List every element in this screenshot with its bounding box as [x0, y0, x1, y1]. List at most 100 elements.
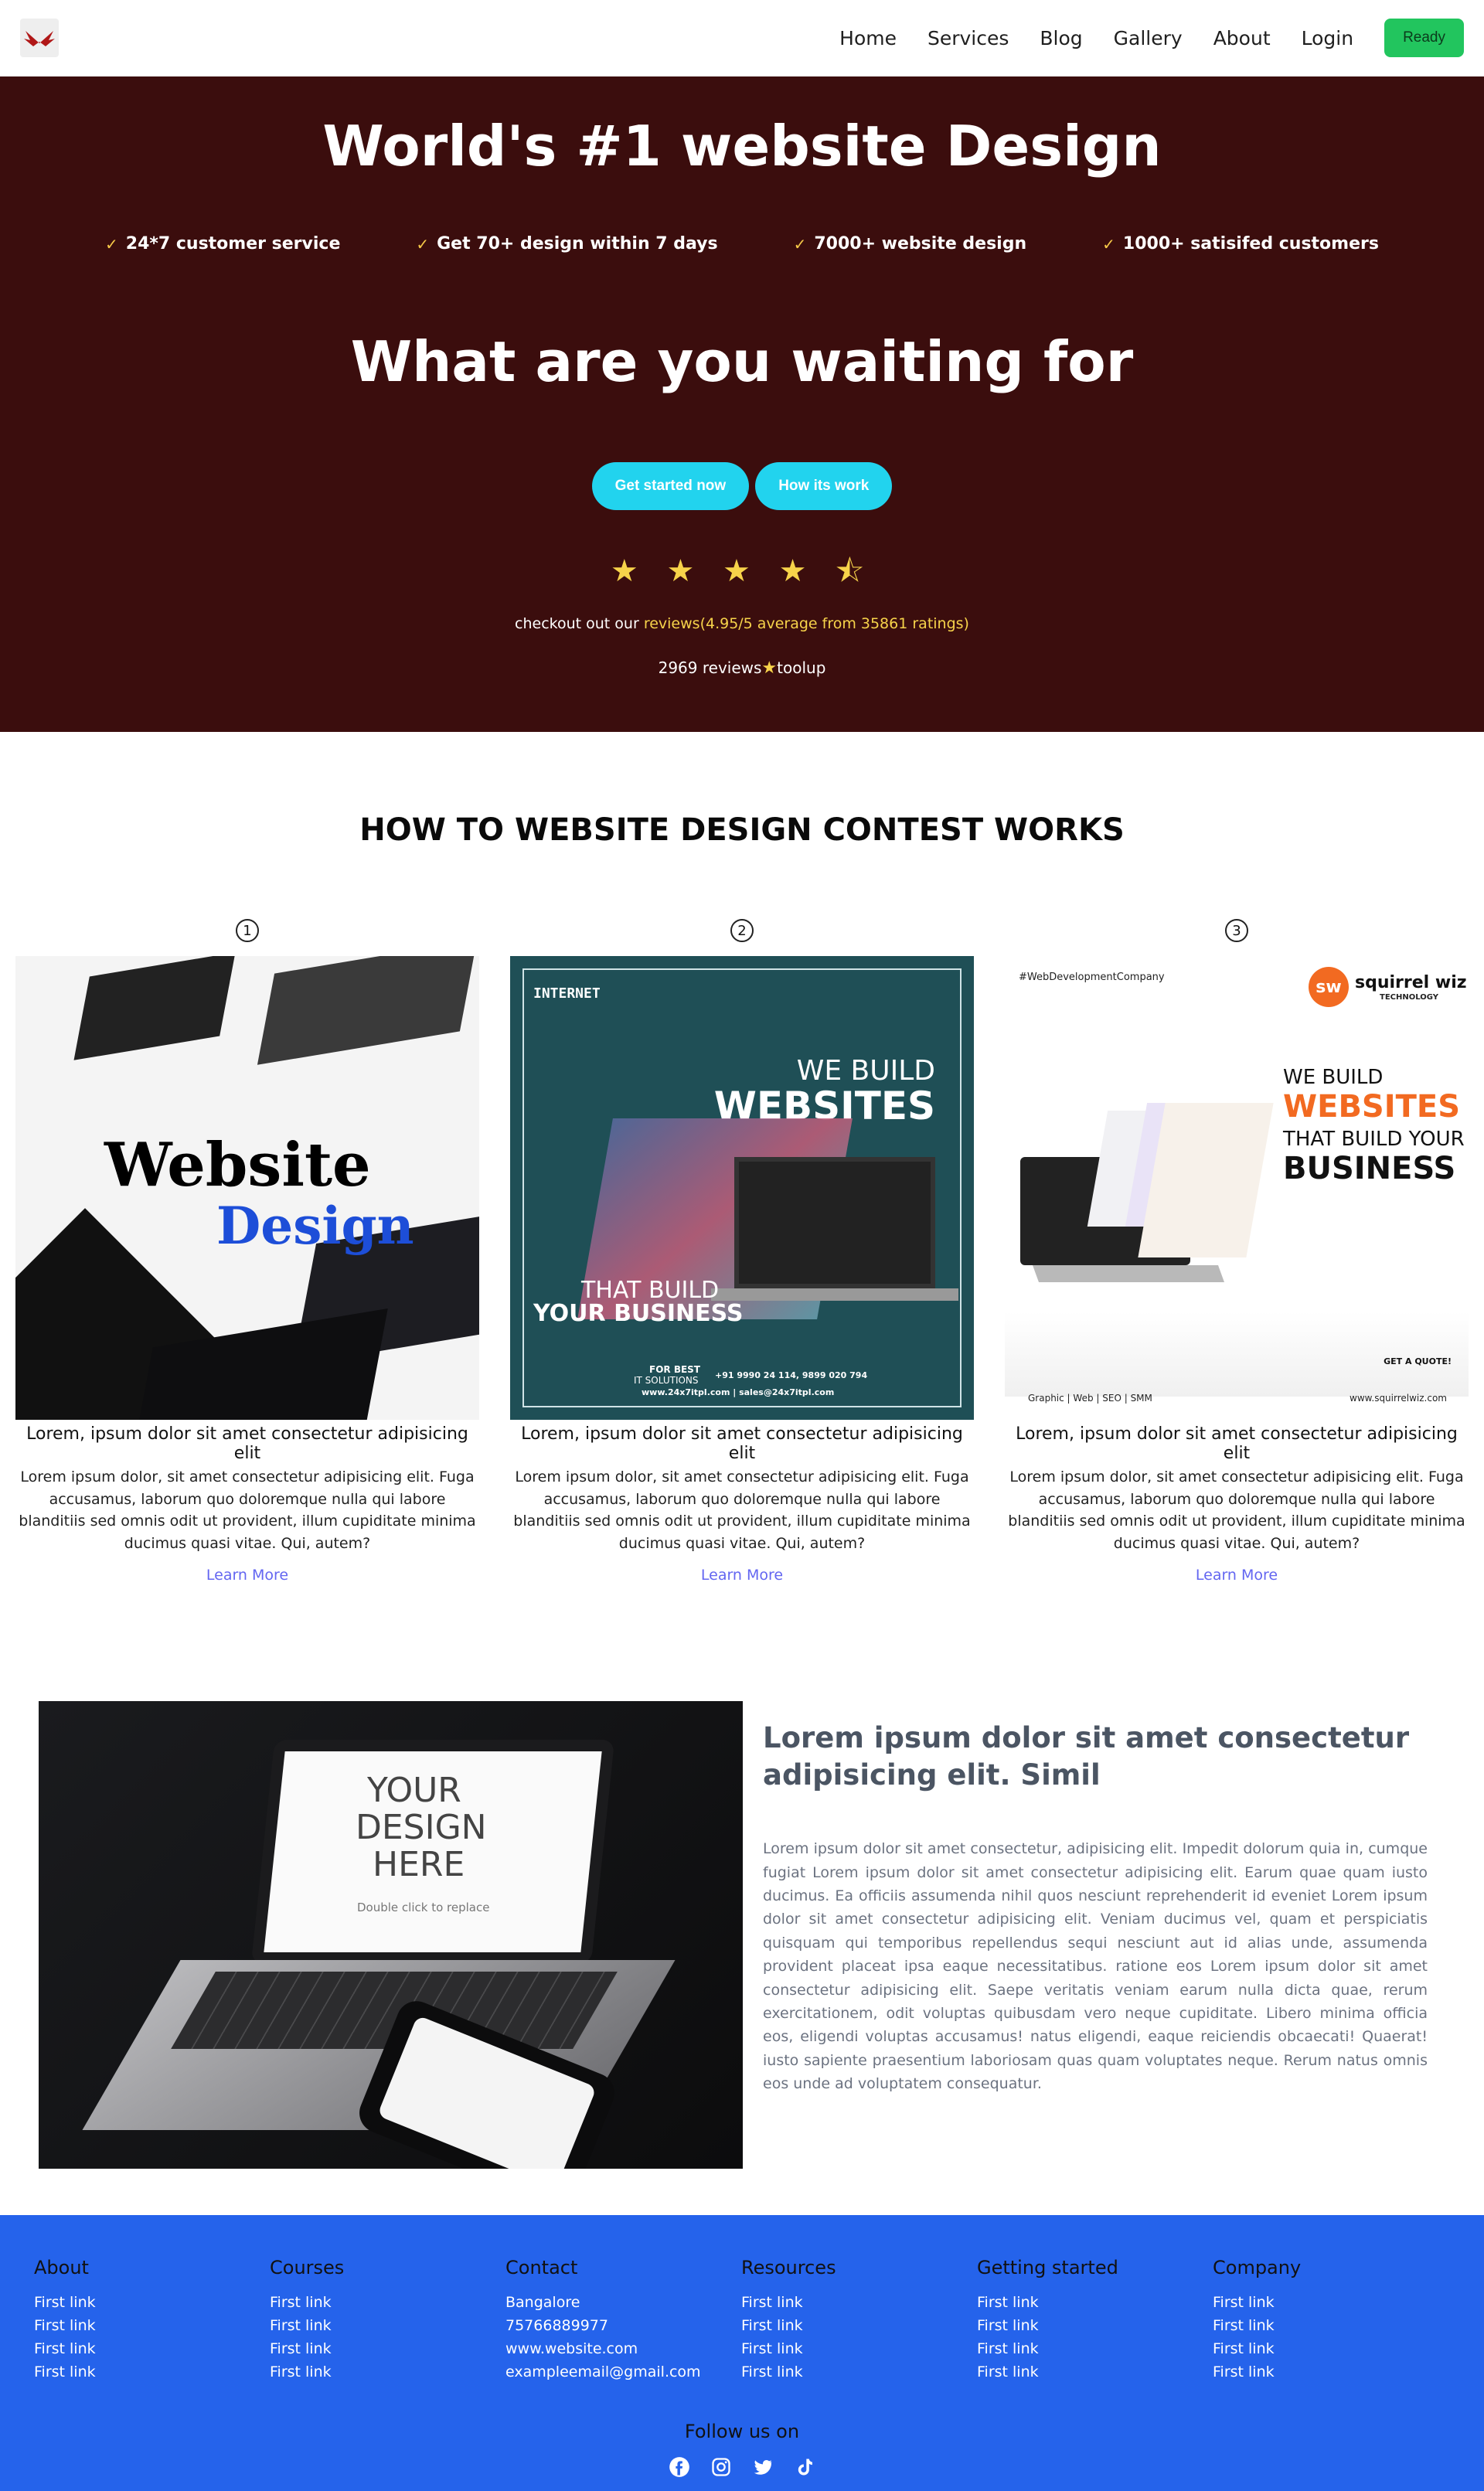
image-text-design: Design — [216, 1196, 414, 1256]
reviews-suffix: toolup — [777, 658, 826, 677]
feature-item: ✓ 1000+ satisifed customers — [1102, 234, 1379, 254]
footer-link[interactable]: First link — [977, 2360, 1213, 2384]
social-icons — [0, 2456, 1484, 2478]
image-text-we-build: WE BUILD — [796, 1055, 935, 1087]
twitter-icon[interactable] — [752, 2456, 774, 2478]
feature-body: Lorem ipsum dolor sit amet consectetur, … — [763, 1840, 1428, 2093]
steps-row: 1 Website Design Lorem, ipsum dolor sit … — [0, 919, 1484, 1584]
mockup-hint: Double click to replace — [357, 1901, 490, 1914]
feature-label: Get 70+ design within 7 days — [437, 234, 718, 254]
footer-link[interactable]: First link — [977, 2337, 1213, 2360]
footer-col-about: About First link First link First link F… — [34, 2257, 270, 2384]
card-title: Lorem, ipsum dolor sit amet consectetur … — [521, 1424, 963, 1463]
footer-link[interactable]: First link — [741, 2360, 977, 2384]
contact-city: Bangalore — [505, 2294, 580, 2311]
card-text: Lorem ipsum dolor, sit amet consectetur … — [513, 1468, 971, 1552]
step-card: 1 Website Design Lorem, ipsum dolor sit … — [15, 919, 479, 1584]
footer-link[interactable]: First link — [741, 2337, 977, 2360]
image-text-for-best: FOR BEST — [649, 1364, 700, 1375]
image-text-website: Website — [104, 1130, 371, 1200]
card-text: Lorem ipsum dolor, sit amet consectetur … — [1008, 1468, 1465, 1552]
footer-col-title: About — [34, 2257, 89, 2278]
footer-link[interactable]: First link — [1213, 2360, 1448, 2384]
learn-more-link[interactable]: Learn More — [1196, 1567, 1278, 1584]
instagram-icon[interactable] — [710, 2456, 732, 2478]
footer-link[interactable]: First link — [741, 2314, 977, 2337]
footer-link[interactable]: First link — [34, 2314, 270, 2337]
feature-text: Lorem ipsum dolor sit amet consectetur a… — [763, 1720, 1428, 2169]
image-text-that-build-your: THAT BUILD YOUR — [1283, 1128, 1465, 1151]
howto-section: HOW TO WEBSITE DESIGN CONTEST WORKS 1 We… — [0, 812, 1484, 1584]
footer-col-title: Contact — [505, 2257, 578, 2278]
step-card: 3 #WebDevelopmentCompany sw squirrel wiz… — [1005, 919, 1469, 1584]
footer-col-title: Courses — [270, 2257, 345, 2278]
brand-internet: INTERNET — [533, 985, 601, 1002]
nav-login[interactable]: Login — [1302, 27, 1353, 49]
learn-more-link[interactable]: Learn More — [206, 1567, 288, 1584]
check-icon: ✓ — [793, 234, 807, 254]
nav-home[interactable]: Home — [839, 27, 897, 49]
card-title: Lorem, ipsum dolor sit amet consectetur … — [26, 1424, 468, 1463]
footer-link[interactable]: First link — [270, 2314, 505, 2337]
footer-col-resources: Resources First link First link First li… — [741, 2257, 977, 2384]
image-text-websites: WEBSITES — [1283, 1089, 1461, 1125]
hero-features: ✓ 24*7 customer service ✓ Get 70+ design w… — [0, 234, 1484, 254]
how-it-works-button[interactable]: How its work — [755, 462, 893, 510]
image-text-hashtag: #WebDevelopmentCompany — [1019, 972, 1165, 983]
get-started-button[interactable]: Get started now — [591, 462, 750, 510]
hero-buttons: Get started now How its work — [0, 462, 1484, 510]
step-number: 1 — [236, 919, 259, 942]
reviews-link[interactable]: reviews(4.95/5 average from 35861 rating… — [644, 615, 969, 632]
footer-link[interactable]: First link — [270, 2337, 505, 2360]
image-text-phone: +91 9990 24 114, 9899 020 794 — [715, 1370, 868, 1380]
footer-col-title: Company — [1213, 2257, 1302, 2278]
reviews-line: 2969 reviews★toolup — [0, 658, 1484, 678]
ratings-line: checkout out our reviews(4.95/5 average … — [0, 615, 1484, 632]
image-text-services: Graphic | Web | SEO | SMM — [1028, 1393, 1152, 1404]
footer-col-title: Resources — [741, 2257, 836, 2278]
nav-blog[interactable]: Blog — [1040, 27, 1082, 49]
footer-link[interactable]: First link — [977, 2291, 1213, 2314]
footer-link[interactable]: First link — [1213, 2314, 1448, 2337]
star-icon: ★ — [761, 658, 778, 678]
contact-email[interactable]: exampleemail@gmail.com — [505, 2360, 741, 2384]
nav-services[interactable]: Services — [928, 27, 1009, 49]
feature-title: Lorem ipsum dolor sit amet consectetur a… — [763, 1721, 1410, 1792]
image-text-get-quote: GET A QUOTE! — [1384, 1356, 1452, 1366]
step-number: 3 — [1225, 919, 1248, 942]
contact-phone[interactable]: 75766889977 — [505, 2314, 741, 2337]
footer: About First link First link First link F… — [0, 2215, 1484, 2491]
contact-website[interactable]: www.website.com — [505, 2337, 741, 2360]
feature-label: 7000+ website design — [814, 234, 1027, 254]
reviews-count: 2969 reviews — [658, 658, 762, 677]
image-text-site: www.squirrelwiz.com — [1350, 1393, 1447, 1404]
footer-link[interactable]: First link — [34, 2360, 270, 2384]
footer-link[interactable]: First link — [270, 2291, 505, 2314]
rating-stars-icon: ★ ★ ★ ★ ⯪ — [610, 553, 874, 589]
we-build-websites-image: INTERNET WE BUILD WEBSITES THAT BUILD YO… — [510, 956, 974, 1420]
logo-icon[interactable] — [20, 19, 59, 57]
footer-link[interactable]: First link — [741, 2291, 977, 2314]
follow-us-label: Follow us on — [684, 2421, 800, 2442]
footer-col-title: Getting started — [977, 2257, 1118, 2278]
footer-link[interactable]: First link — [34, 2291, 270, 2314]
ready-button[interactable]: Ready — [1384, 19, 1464, 57]
squirrel-wiz-image: #WebDevelopmentCompany sw squirrel wiz T… — [1005, 956, 1469, 1420]
tiktok-icon[interactable] — [794, 2456, 815, 2478]
learn-more-link[interactable]: Learn More — [701, 1567, 783, 1584]
image-text-brand: squirrel wiz — [1355, 973, 1467, 992]
footer-link[interactable]: First link — [1213, 2291, 1448, 2314]
footer-col-courses: Courses First link First link First link… — [270, 2257, 505, 2384]
card-text: Lorem ipsum dolor, sit amet consectetur … — [19, 1468, 476, 1552]
laptop-mockup-image: YOUR DESIGN HERE Double click to replace — [39, 1701, 743, 2169]
facebook-icon[interactable] — [669, 2456, 690, 2478]
mockup-text-here: HERE — [373, 1845, 465, 1884]
footer-link[interactable]: First link — [977, 2314, 1213, 2337]
nav-gallery[interactable]: Gallery — [1114, 27, 1183, 49]
footer-link[interactable]: First link — [270, 2360, 505, 2384]
nav-about[interactable]: About — [1213, 27, 1271, 49]
image-text-web: www.24x7itpl.com | sales@24x7itpl.com — [642, 1387, 835, 1397]
footer-link[interactable]: First link — [1213, 2337, 1448, 2360]
footer-col-getting-started: Getting started First link First link Fi… — [977, 2257, 1213, 2384]
footer-link[interactable]: First link — [34, 2337, 270, 2360]
